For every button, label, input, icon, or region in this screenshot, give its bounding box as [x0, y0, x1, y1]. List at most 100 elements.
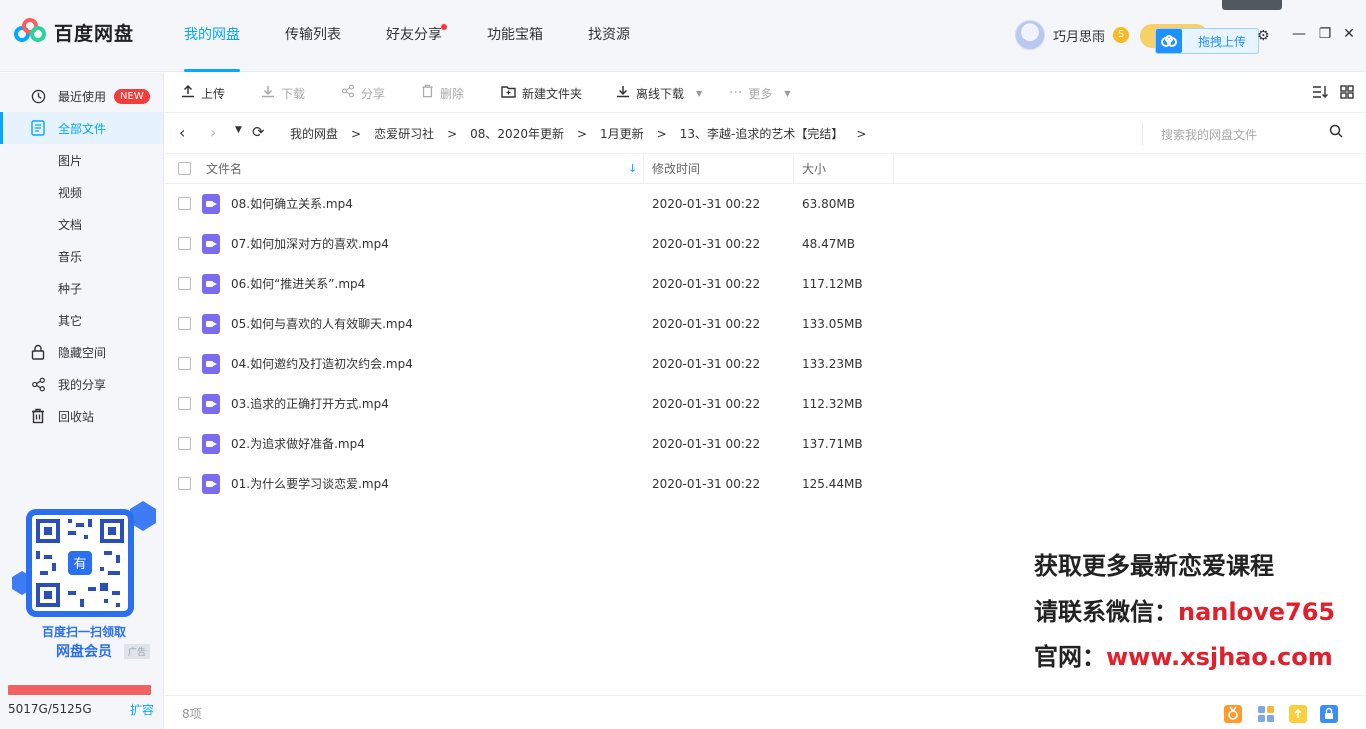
file-name[interactable]: 08.如何确立关系.mp4: [231, 184, 353, 224]
table-row[interactable]: 05.如何与喜欢的人有效聊天.mp4 2020-01-31 00:22 133.…: [165, 304, 1366, 344]
row-checkbox[interactable]: [178, 477, 191, 490]
expand-storage-link[interactable]: 扩容: [130, 701, 154, 718]
history-dropdown-icon[interactable]: ▼: [235, 125, 242, 135]
app-logo[interactable]: 百度网盘: [14, 18, 134, 46]
sidebar-item-my-share[interactable]: 我的分享: [0, 368, 163, 400]
column-name[interactable]: 文件名: [206, 154, 242, 184]
search-input[interactable]: 搜索我的网盘文件: [1142, 123, 1352, 145]
restore-icon[interactable]: ❐: [1317, 26, 1333, 42]
delete-button[interactable]: 删除: [421, 73, 464, 113]
sidebar-item-documents[interactable]: 文档: [0, 208, 163, 240]
row-checkbox[interactable]: [178, 317, 191, 330]
share-label: 分享: [361, 86, 386, 101]
share-button[interactable]: 分享: [341, 73, 385, 113]
file-modified: 2020-01-31 00:22: [652, 197, 761, 211]
file-modified: 2020-01-31 00:22: [652, 357, 761, 371]
file-modified: 2020-01-31 00:22: [652, 397, 761, 411]
video-file-icon: [202, 314, 220, 334]
nav-my-netdisk[interactable]: 我的网盘: [170, 0, 254, 72]
more-button[interactable]: ··· 更多 ▼: [729, 73, 791, 113]
download-button[interactable]: 下载: [261, 73, 305, 113]
search-icon[interactable]: [1329, 124, 1343, 142]
more-icon: ···: [729, 85, 743, 101]
table-row[interactable]: 07.如何加深对方的喜欢.mp4 2020-01-31 00:22 48.47M…: [165, 224, 1366, 264]
select-all-checkbox[interactable]: [178, 162, 191, 175]
sort-list-icon[interactable]: [1312, 85, 1328, 103]
close-icon[interactable]: ✕: [1341, 26, 1357, 42]
sidebar-item-torrents[interactable]: 种子: [0, 272, 163, 304]
breadcrumb-separator[interactable]: >: [856, 127, 866, 141]
row-checkbox[interactable]: [178, 277, 191, 290]
file-name[interactable]: 02.为追求做好准备.mp4: [231, 424, 365, 464]
caret-down-icon[interactable]: ▼: [784, 89, 790, 98]
vip-level-icon[interactable]: S: [1113, 27, 1130, 43]
upload-task-icon[interactable]: [1289, 705, 1307, 723]
row-checkbox[interactable]: [178, 357, 191, 370]
sidebar-item-images[interactable]: 图片: [0, 144, 163, 176]
nav-transfer-list[interactable]: 传输列表: [271, 0, 355, 72]
file-modified: 2020-01-31 00:22: [652, 317, 761, 331]
file-table-header: 文件名 ↓ 修改时间 大小: [165, 154, 1366, 184]
caret-down-icon[interactable]: ▼: [696, 89, 702, 98]
back-icon[interactable]: ‹: [179, 123, 185, 142]
breadcrumb-item[interactable]: 08、2020年更新: [470, 125, 564, 142]
drag-upload-button[interactable]: 拖拽上传: [1155, 28, 1259, 54]
table-row[interactable]: 02.为追求做好准备.mp4 2020-01-31 00:22 137.71MB: [165, 424, 1366, 464]
file-name[interactable]: 03.追求的正确打开方式.mp4: [231, 384, 389, 424]
file-size: 125.44MB: [802, 477, 863, 491]
sidebar-item-recycle-bin[interactable]: 回收站: [0, 400, 163, 432]
table-row[interactable]: 08.如何确立关系.mp4 2020-01-31 00:22 63.80MB: [165, 184, 1366, 224]
breadcrumb-item-current[interactable]: 13、李越-追求的艺术【完结】: [680, 125, 844, 142]
nav-find-resources[interactable]: 找资源: [574, 0, 644, 72]
file-size: 137.71MB: [802, 437, 863, 451]
user-info[interactable]: 巧月思雨 S: [1015, 20, 1130, 50]
offline-download-label: 离线下载: [636, 86, 685, 101]
file-name[interactable]: 04.如何邀约及打造初次约会.mp4: [231, 344, 413, 384]
breadcrumb-separator: >: [447, 126, 458, 141]
new-folder-button[interactable]: 新建文件夹: [501, 73, 582, 113]
row-checkbox[interactable]: [178, 237, 191, 250]
table-row[interactable]: 03.追求的正确打开方式.mp4 2020-01-31 00:22 112.32…: [165, 384, 1366, 424]
row-checkbox[interactable]: [178, 437, 191, 450]
offline-download-button[interactable]: 离线下载 ▼: [616, 73, 702, 113]
ad-tag: 广告: [124, 644, 151, 659]
table-row[interactable]: 04.如何邀约及打造初次约会.mp4 2020-01-31 00:22 133.…: [165, 344, 1366, 384]
medal-icon[interactable]: [1224, 705, 1242, 723]
sidebar-item-all-files[interactable]: 全部文件: [0, 112, 163, 144]
upload-button[interactable]: 上传: [181, 73, 225, 113]
minimize-icon[interactable]: —: [1291, 26, 1307, 42]
file-size: 117.12MB: [802, 277, 863, 291]
sidebar-item-videos[interactable]: 视频: [0, 176, 163, 208]
file-name[interactable]: 05.如何与喜欢的人有效聊天.mp4: [231, 304, 413, 344]
share-icon: [30, 376, 46, 392]
lock-icon[interactable]: [1320, 705, 1338, 723]
sidebar-item-other[interactable]: 其它: [0, 304, 163, 336]
grid-view-icon[interactable]: [1340, 85, 1354, 103]
nav-friend-share[interactable]: 好友分享: [372, 0, 456, 72]
cloud-icon: [1156, 29, 1182, 53]
row-checkbox[interactable]: [178, 197, 191, 210]
file-name[interactable]: 07.如何加深对方的喜欢.mp4: [231, 224, 389, 264]
column-modified[interactable]: 修改时间: [652, 154, 700, 184]
breadcrumb-item[interactable]: 我的网盘: [290, 125, 338, 142]
promo-banner[interactable]: 有 百度扫一扫领取 网盘会员 广告: [12, 501, 156, 691]
username[interactable]: 巧月思雨: [1053, 26, 1105, 45]
sort-desc-icon[interactable]: ↓: [628, 154, 637, 184]
breadcrumb-item[interactable]: 恋爱研习社: [374, 125, 434, 142]
table-row[interactable]: 01.为什么要学习谈恋爱.mp4 2020-01-31 00:22 125.44…: [165, 464, 1366, 504]
breadcrumb-item[interactable]: 1月更新: [600, 125, 644, 142]
file-name[interactable]: 01.为什么要学习谈恋爱.mp4: [231, 464, 389, 504]
row-checkbox[interactable]: [178, 397, 191, 410]
sidebar-item-recent[interactable]: 最近使用 NEW: [0, 80, 163, 112]
sidebar-item-hidden-space[interactable]: 隐藏空间: [0, 336, 163, 368]
table-row[interactable]: 06.如何“推进关系”.mp4 2020-01-31 00:22 117.12M…: [165, 264, 1366, 304]
sidebar-item-music[interactable]: 音乐: [0, 240, 163, 272]
file-name[interactable]: 06.如何“推进关系”.mp4: [231, 264, 365, 304]
refresh-icon[interactable]: ⟳: [252, 123, 265, 141]
apps-grid-icon[interactable]: [1257, 705, 1275, 723]
avatar[interactable]: [1015, 20, 1045, 50]
forward-icon[interactable]: ›: [210, 123, 216, 142]
column-size[interactable]: 大小: [802, 154, 826, 184]
nav-toolbox[interactable]: 功能宝箱: [473, 0, 557, 72]
settings-icon[interactable]: ⚙: [1257, 28, 1270, 44]
